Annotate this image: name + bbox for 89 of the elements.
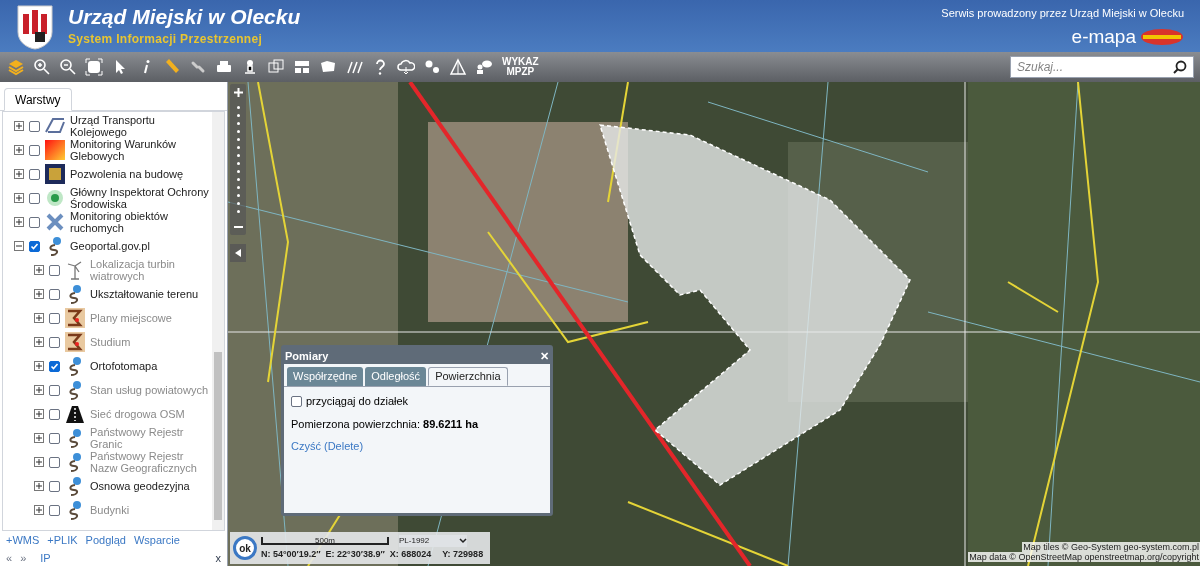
dialog-tab[interactable]: Odległość [365,367,427,386]
sidebar-link[interactable]: +WMS [6,532,40,549]
attribution-text: Map tiles © Geo-System geo-system.com.pl [1022,542,1200,552]
collapse-panel-button[interactable] [230,244,246,262]
checkbox[interactable] [49,360,60,372]
coat-of-arms-icon [16,2,54,50]
measured-area-text: Pomierzona powierzchnia: 89.6211 ha [291,416,480,432]
close-button[interactable]: x [215,549,221,566]
layers-tab[interactable]: Warstwy [4,88,72,111]
triangle-icon[interactable] [449,58,467,76]
search-icon[interactable] [1173,60,1187,74]
expand-icon[interactable] [34,289,44,299]
brand-name: e-mapa [1071,27,1136,48]
layer-icon [65,404,85,424]
dialog-tab[interactable]: Współrzędne [287,367,364,386]
x-coordinate-text: X: 688024 [389,547,432,561]
layer-name[interactable]: Monitoring obiektów ruchomych [70,210,210,234]
checkbox[interactable] [29,192,40,204]
expand-icon[interactable] [14,145,24,155]
checkbox[interactable] [29,168,40,180]
dialog-title: Pomiary [285,348,329,364]
sidebar-link[interactable]: +PLIK [47,532,78,549]
checkbox[interactable] [29,240,40,252]
chat-icon[interactable] [475,58,493,76]
previous-button[interactable]: « [6,549,13,566]
ok-button[interactable]: ok [233,536,257,560]
sidebar-link[interactable]: Wsparcie [133,532,180,549]
layer-name[interactable]: Monitoring Warunków Glebowych [70,138,210,162]
ip-link[interactable]: IP [40,549,51,566]
globe-logo-icon [1140,28,1184,47]
sidebar-link[interactable]: Podgląd [85,532,126,549]
search-input[interactable]: Szukaj... [1017,58,1173,76]
scale-label: 500m [315,537,335,544]
checkbox[interactable] [291,395,302,407]
full-extent-icon[interactable] [85,58,103,76]
next-button[interactable]: » [20,549,27,566]
service-note: Serwis prowadzony przez Urząd Miejski w Olecku [941,5,1184,21]
layer-icon [65,332,85,352]
dialog-tab[interactable]: Powierzchnia [428,367,508,386]
zoom-in-icon[interactable] [33,58,51,76]
layer-name[interactable]: Urząd Transportu Kolejowego [70,114,210,138]
layer-name[interactable]: Pozwolenia na budowę [70,168,184,180]
zoom-out-icon[interactable] [59,58,77,76]
search-field[interactable]: Szukaj... [1010,56,1194,78]
longitude-text: E: 22°30′38.9″ [325,547,385,561]
attribution-text: Map data © OpenStreetMap openstreetmap.org/copyright [968,552,1200,562]
triangle-left-icon [235,249,241,257]
layer-icon [45,164,65,184]
plus-icon [233,87,243,97]
site-title: Urząd Miejski w Olecku [68,4,301,30]
checkbox[interactable] [49,288,60,300]
chevron-down-icon [459,538,467,545]
expand-icon[interactable] [34,361,44,371]
layer-icon [45,188,65,208]
cloud-icon[interactable] [397,58,415,76]
plans-list-button[interactable]: WYKAZ MPZP [498,57,543,77]
checkbox[interactable] [29,144,40,156]
checkbox[interactable] [49,480,60,492]
layer-name[interactable]: Ukształtowanie terenu [90,288,199,300]
expand-icon[interactable] [34,481,44,491]
layer-name[interactable]: Osnowa geodezyjna [90,480,190,492]
minus-icon [233,226,243,228]
scrollbar[interactable] [212,112,224,530]
layer-icon [45,140,65,160]
layer-name[interactable]: Geoportal.gov.pl [70,240,150,252]
checkbox-label: przyciągaj do działek [306,394,409,409]
expand-icon[interactable] [14,193,24,203]
close-button[interactable]: ✕ [540,347,549,365]
windows-icon[interactable] [267,58,285,76]
expand-icon[interactable] [14,169,24,179]
layer-name[interactable]: Główny Inspektorat Ochrony Środowiska [70,186,210,210]
clear-link[interactable]: Czyść (Delete) [291,438,543,455]
layer-name[interactable]: Ortofotomapa [90,360,158,372]
site-subtitle: System Informacji Przestrzennej [68,31,264,48]
expand-icon[interactable] [14,217,24,227]
y-coordinate-text: Y: 729988 [442,547,484,561]
projection-select[interactable]: PL-1992 [399,535,467,548]
layer-icon [65,308,85,328]
latitude-text: N: 54°00′19.2″ [261,547,321,561]
layers-icon[interactable] [7,58,25,76]
ruler-icon[interactable] [163,58,181,76]
measured-area-polygon[interactable] [598,124,911,486]
layout-icon[interactable] [293,58,311,76]
checkbox[interactable] [29,216,40,228]
layer-icon [45,212,65,232]
layer-icon [45,116,65,136]
collapse-icon[interactable] [14,241,24,251]
expand-icon[interactable] [14,121,24,131]
checkbox[interactable] [29,120,40,132]
